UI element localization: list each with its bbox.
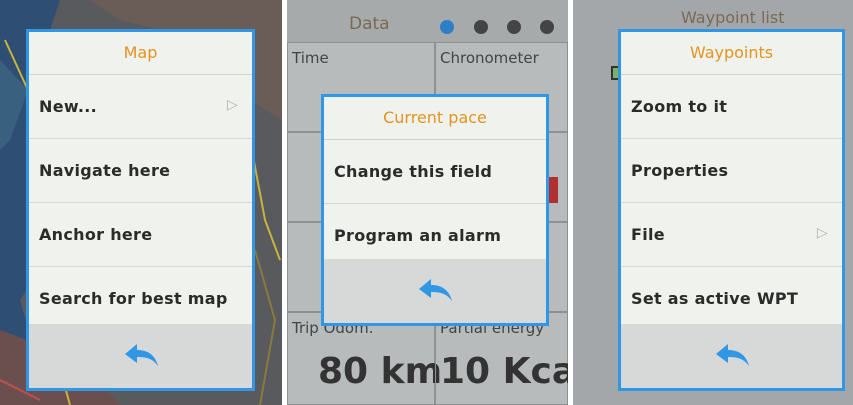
menu-item-label: Search for best map bbox=[39, 289, 228, 308]
menu-item-label: Zoom to it bbox=[631, 97, 728, 116]
menu-item-anchor-here[interactable]: Anchor here bbox=[29, 203, 252, 267]
menu-item-label: Navigate here bbox=[39, 161, 171, 180]
field-value: 10 Kcal bbox=[440, 351, 568, 392]
field-value: 80 km bbox=[318, 351, 443, 392]
menu-item-label: Properties bbox=[631, 161, 729, 180]
back-button[interactable] bbox=[29, 324, 252, 388]
menu-item-label: Set as active WPT bbox=[631, 289, 799, 308]
menu-item-label: New... bbox=[39, 97, 98, 116]
page-dot[interactable] bbox=[540, 20, 554, 34]
field-label: Time bbox=[292, 49, 329, 67]
map-screen: Map New... ▷ Navigate here Anchor here S… bbox=[0, 0, 282, 405]
back-arrow-icon bbox=[415, 276, 455, 306]
back-arrow-icon bbox=[121, 341, 161, 371]
dialog-title: Current pace bbox=[324, 97, 546, 140]
back-button[interactable] bbox=[324, 259, 546, 323]
menu-item-change-field[interactable]: Change this field bbox=[324, 140, 546, 204]
page-dot-active[interactable] bbox=[440, 20, 454, 34]
submenu-arrow-icon: ▷ bbox=[226, 97, 238, 113]
map-context-menu: Map New... ▷ Navigate here Anchor here S… bbox=[26, 29, 255, 391]
menu-item-properties[interactable]: Properties bbox=[621, 139, 842, 203]
back-button[interactable] bbox=[621, 324, 842, 388]
waypoints-screen: Waypoint list Waypoints Zoom to it Prope… bbox=[573, 0, 853, 405]
page-dot[interactable] bbox=[507, 20, 521, 34]
menu-item-set-active-wpt[interactable]: Set as active WPT bbox=[621, 267, 842, 330]
dialog-title: Waypoints bbox=[621, 32, 842, 75]
menu-item-zoom-to-it[interactable]: Zoom to it bbox=[621, 75, 842, 139]
menu-item-file[interactable]: File ▷ bbox=[621, 203, 842, 267]
menu-item-label: Program an alarm bbox=[334, 226, 502, 245]
data-screen: Data Time Chronometer Trip Odom. 80 km P… bbox=[287, 0, 568, 405]
menu-item-new[interactable]: New... ▷ bbox=[29, 75, 252, 139]
waypoints-context-menu: Waypoints Zoom to it Properties File ▷ S… bbox=[618, 29, 845, 391]
data-page-title: Data bbox=[349, 14, 390, 34]
menu-item-label: File bbox=[631, 225, 665, 244]
field-label: Chronometer bbox=[440, 49, 539, 67]
field-context-menu: Current pace Change this field Program a… bbox=[321, 94, 549, 326]
menu-item-navigate-here[interactable]: Navigate here bbox=[29, 139, 252, 203]
menu-item-program-alarm[interactable]: Program an alarm bbox=[324, 204, 546, 267]
submenu-arrow-icon: ▷ bbox=[816, 225, 828, 241]
menu-item-label: Anchor here bbox=[39, 225, 153, 244]
dialog-title: Map bbox=[29, 32, 252, 75]
data-header: Data bbox=[287, 0, 568, 43]
menu-item-label: Change this field bbox=[334, 162, 493, 181]
waypoint-list-title: Waypoint list bbox=[681, 8, 785, 27]
page-dot[interactable] bbox=[474, 20, 488, 34]
menu-item-search-best-map[interactable]: Search for best map bbox=[29, 267, 252, 330]
back-arrow-icon bbox=[712, 341, 752, 371]
red-value-fragment bbox=[548, 177, 558, 203]
